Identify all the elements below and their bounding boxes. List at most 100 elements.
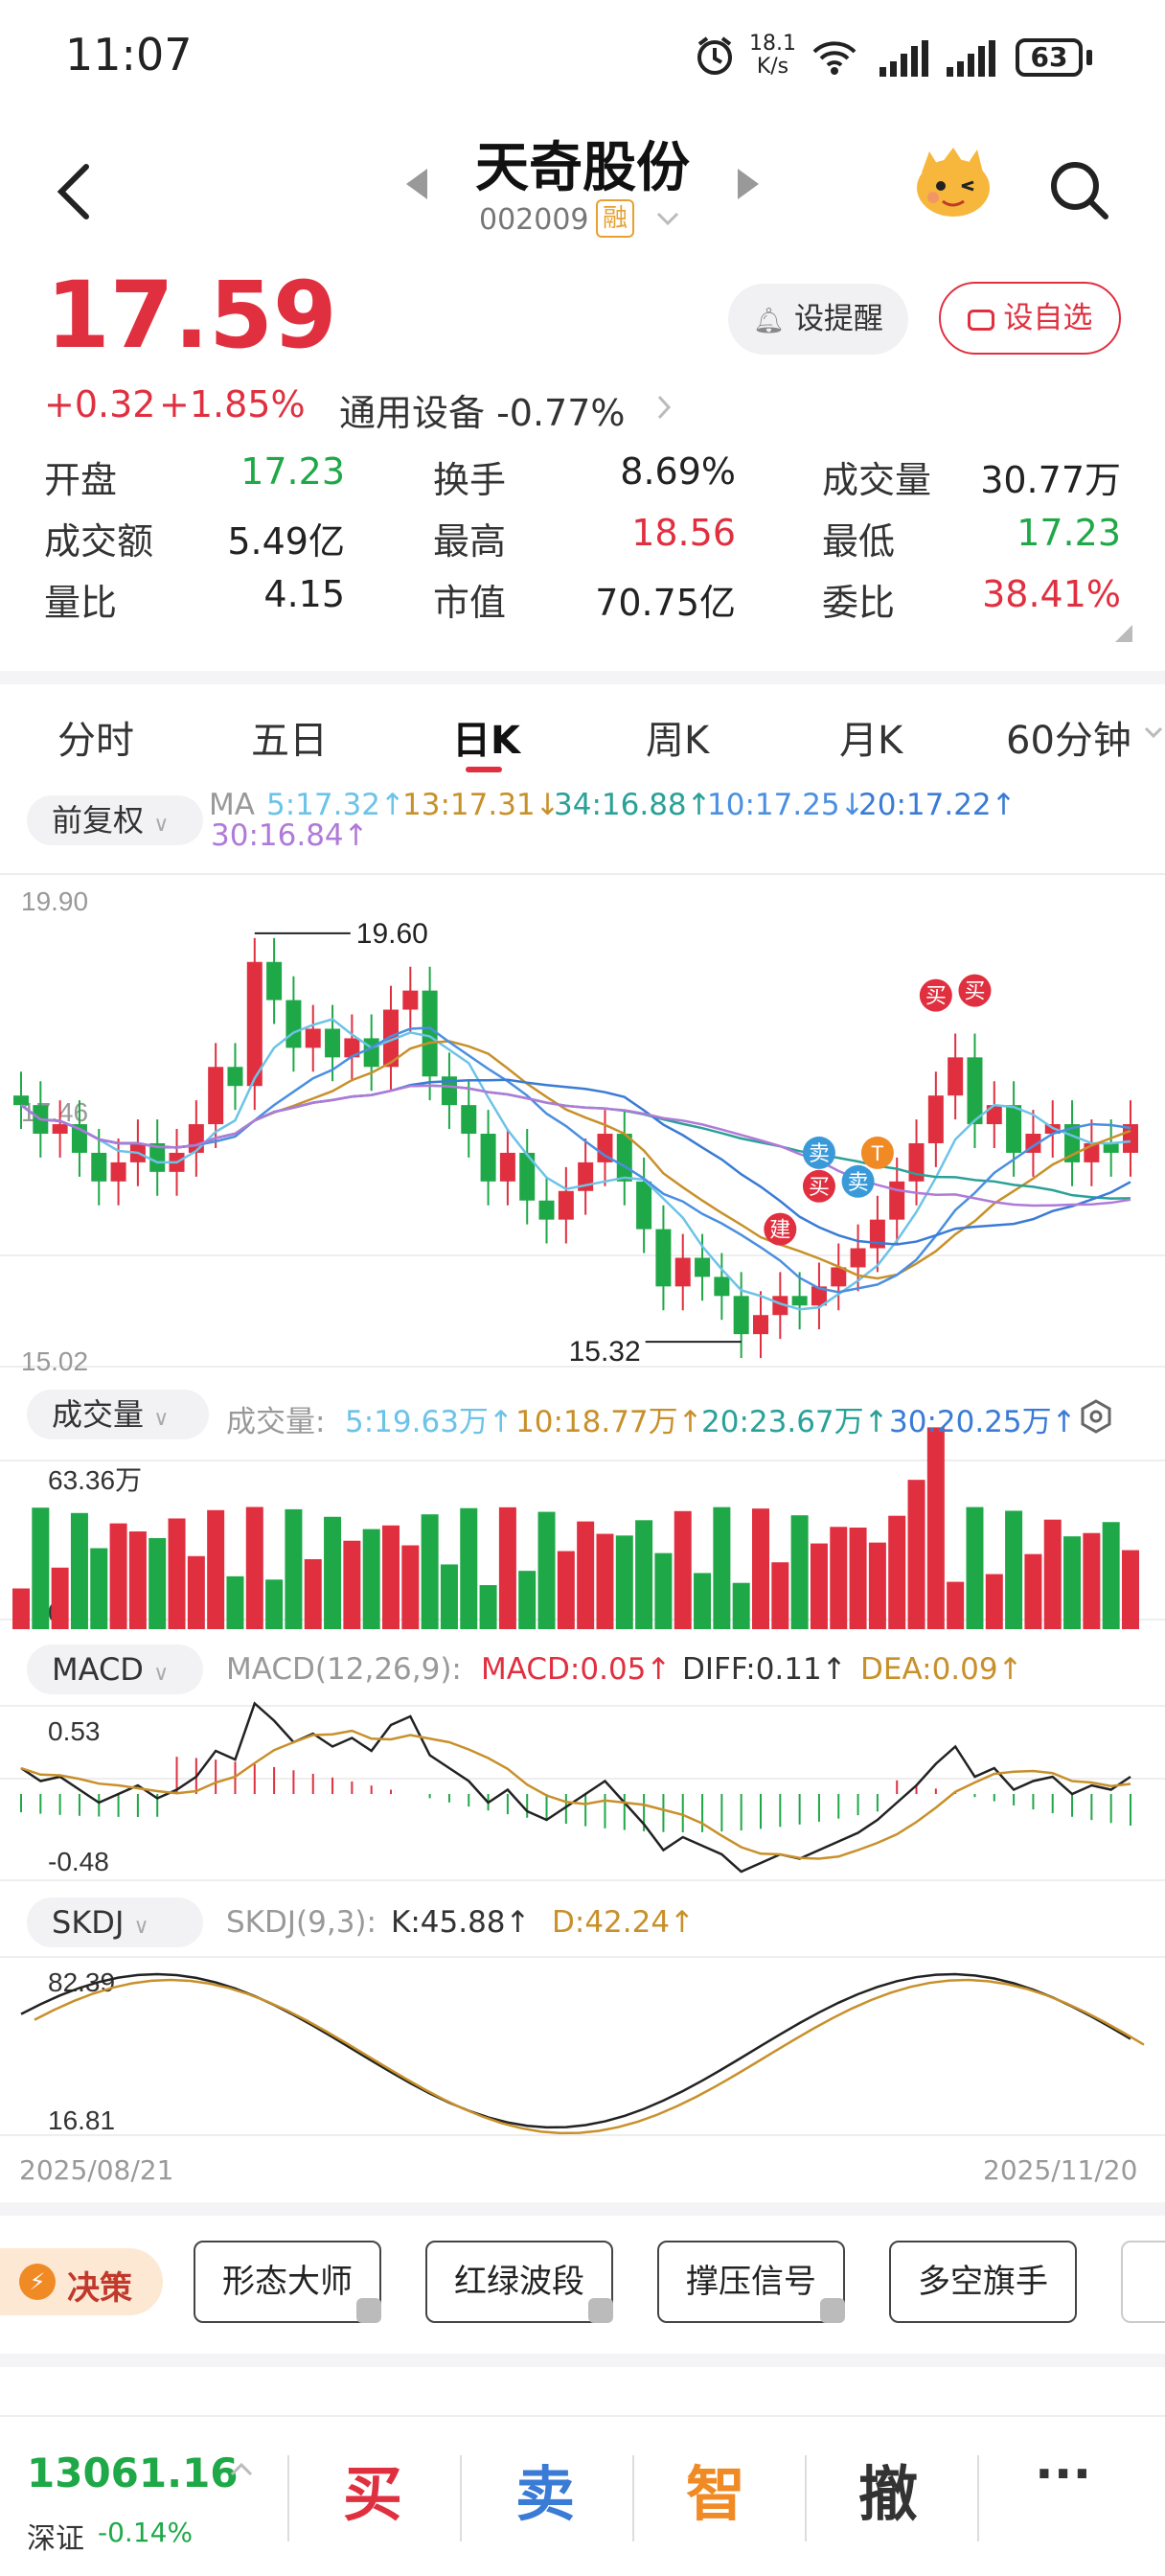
search-icon[interactable] <box>1046 157 1113 224</box>
volume-bar <box>985 1574 1003 1629</box>
volume-selector[interactable]: 成交量 ∨ <box>27 1390 209 1439</box>
kline-chart[interactable]: 19.9017.4615.0219.6015.32建买卖卖买买T63.36万00… <box>0 862 1165 2204</box>
date-start: 2025/08/21 <box>19 2154 174 2186</box>
set-alert-button[interactable]: 🔔︎ 设提醒 <box>728 284 908 355</box>
volume-bar <box>635 1520 653 1629</box>
more-button[interactable]: ··· <box>1035 2446 1091 2503</box>
tab-intraday[interactable]: 分时 <box>57 709 134 765</box>
expand-corner-icon[interactable] <box>1115 625 1132 642</box>
tab-daily-k[interactable]: 日K <box>452 709 520 765</box>
volume-bar <box>421 1514 439 1629</box>
price-change-pct: +1.85% <box>159 383 306 426</box>
decision-btn-pattern[interactable]: 形态大师 <box>194 2241 381 2323</box>
adjust-selector[interactable]: 前复权 ∨ <box>27 795 203 845</box>
macd-y-top: 0.53 <box>48 1716 101 1746</box>
stat-value: 17.23 <box>1017 512 1121 554</box>
candle <box>967 1057 983 1125</box>
chevron-down-icon: ∨ <box>153 1662 170 1686</box>
chevron-down-icon: ∨ <box>133 1915 149 1939</box>
chevron-down-icon[interactable] <box>655 211 680 228</box>
tab-60min[interactable]: 60分钟 <box>1006 709 1131 765</box>
margin-badge: 融 <box>596 199 634 238</box>
candle <box>52 1124 68 1135</box>
macd-selector[interactable]: MACD ∨ <box>27 1644 203 1694</box>
signal-mark-label: 卖 <box>809 1141 830 1165</box>
candle <box>850 1248 866 1268</box>
stat-label: 量比 <box>44 582 118 624</box>
candle <box>1006 1105 1022 1153</box>
volume-bar <box>245 1506 263 1629</box>
index-value[interactable]: 13061.16 <box>27 2450 239 2496</box>
decision-btn-wave[interactable]: 红绿波段 <box>425 2241 613 2323</box>
tab-monthly-k[interactable]: 月K <box>839 709 902 765</box>
volume-bar <box>285 1508 303 1629</box>
volume-bar <box>868 1542 886 1629</box>
mascot-icon[interactable] <box>912 144 994 220</box>
candle <box>655 1229 672 1287</box>
ma-line <box>20 1040 1131 1280</box>
next-stock-icon[interactable] <box>734 165 763 203</box>
candle <box>791 1296 808 1306</box>
skdj-d-value: D:42.24↑ <box>552 1905 696 1940</box>
sell-button[interactable]: 卖 <box>515 2446 575 2532</box>
volume-bar <box>732 1582 750 1629</box>
decision-tag[interactable]: ⚡︎ 决策 <box>0 2248 163 2315</box>
volume-bar <box>1005 1510 1023 1629</box>
volume-bar <box>674 1510 692 1629</box>
high-label: 19.60 <box>356 918 428 950</box>
candle <box>286 1000 302 1048</box>
macd-params: MACD(12,26,9): <box>226 1652 462 1687</box>
skdj-params: SKDJ(9,3): <box>226 1905 377 1940</box>
signal-mark-label: 买 <box>925 984 947 1008</box>
volume-bar <box>694 1573 712 1629</box>
decision-btn-flag[interactable]: 多空旗手 <box>889 2241 1077 2323</box>
index-name: 深证 <box>27 2522 84 2556</box>
skdj-y-top: 82.39 <box>48 1967 115 1997</box>
volume-bar <box>1043 1519 1062 1629</box>
signal-mark-label: 建 <box>769 1218 790 1242</box>
dea-line <box>20 1729 1131 1860</box>
tab-five-day[interactable]: 五日 <box>251 709 328 765</box>
candle <box>538 1200 555 1220</box>
candle <box>753 1315 768 1335</box>
decision-btn-support[interactable]: 撑压信号 <box>657 2241 845 2323</box>
signal-mark-label: 买 <box>964 979 985 1003</box>
volume-bar <box>207 1509 225 1629</box>
ma-line <box>20 1084 1131 1200</box>
chevron-up-icon[interactable] <box>230 2461 253 2476</box>
separator <box>632 2455 634 2542</box>
sector-link[interactable]: 通用设备 -0.77% <box>339 383 626 436</box>
low-label: 15.32 <box>569 1336 641 1368</box>
lock-icon <box>820 2298 845 2323</box>
volume-bar <box>771 1562 789 1629</box>
volume-bar <box>615 1535 633 1629</box>
settings-hex-icon[interactable] <box>1079 1399 1113 1434</box>
candle <box>714 1276 730 1297</box>
smart-button[interactable]: 智 <box>686 2446 745 2532</box>
buy-button[interactable]: 买 <box>343 2446 402 2532</box>
ma-30: 30:16.84↑ <box>211 818 369 853</box>
stat-label: 开盘 <box>44 459 118 501</box>
candle <box>636 1181 652 1230</box>
candle <box>266 961 283 1000</box>
skdj-selector[interactable]: SKDJ ∨ <box>27 1898 203 1947</box>
stat-value: 8.69% <box>620 450 736 493</box>
wifi-icon <box>812 41 857 75</box>
ma-20: 20:17.22↑ <box>858 788 1017 822</box>
volume-bar <box>947 1581 965 1629</box>
decision-btn-more[interactable] <box>1121 2241 1165 2323</box>
vol-ma-20: 20:23.67万↑ <box>701 1405 889 1439</box>
chevron-down-icon[interactable] <box>1144 726 1163 740</box>
ma-13: 13:17.31↓ <box>402 788 560 822</box>
volume-bar <box>479 1585 497 1629</box>
bottom-trade-bar: 13061.16 深证 -0.14% 买 卖 智 撤 ··· <box>0 2415 1165 2576</box>
chevron-right-icon[interactable] <box>655 393 674 422</box>
cancel-order-button[interactable]: 撤 <box>858 2446 918 2532</box>
stat-label: 市值 <box>433 582 507 624</box>
skdj-d-line <box>34 1978 1145 2135</box>
add-watchlist-button[interactable]: 设自选 <box>939 282 1121 355</box>
candle <box>499 1152 515 1182</box>
tab-weekly-k[interactable]: 周K <box>646 709 709 765</box>
candle <box>480 1134 496 1182</box>
volume-bar <box>926 1427 945 1629</box>
